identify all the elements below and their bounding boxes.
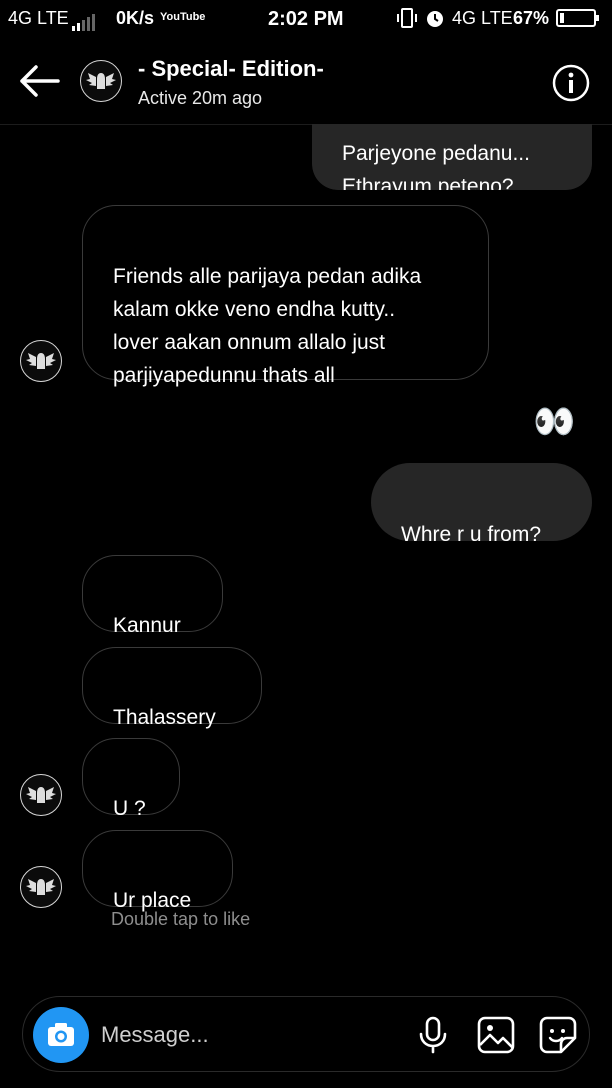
message-text: Parjeyone pedanu... Ethrayum peteno? <box>342 142 530 198</box>
message-text: Kannur <box>113 614 181 637</box>
camera-icon[interactable] <box>33 1007 89 1063</box>
vibrate-icon <box>396 6 418 35</box>
signal-strength-icon <box>72 10 97 31</box>
message-input[interactable] <box>101 1019 391 1051</box>
microphone-icon[interactable] <box>415 1015 451 1055</box>
message-bubble-incoming[interactable]: Ur place <box>82 830 233 912</box>
clock-time: 2:02 PM <box>268 8 344 30</box>
message-bubble-incoming[interactable]: U ? <box>82 738 180 820</box>
alarm-icon <box>425 8 445 33</box>
message-bubble-incoming[interactable]: Friends alle parijaya pedan adika kalam … <box>82 205 489 387</box>
active-status: Active 20m ago <box>138 88 263 108</box>
data-speed: 0K/s <box>116 8 155 28</box>
chat-header: - Special- Edition- Active 20m ago <box>0 36 612 125</box>
message-bubble-incoming[interactable]: Thalassery <box>82 647 262 729</box>
message-text: Whre r u from? <box>401 523 542 546</box>
double-tap-hint: Double tap to like <box>111 909 251 929</box>
battery-icon <box>556 9 600 32</box>
message-text: Thalassery <box>113 706 216 729</box>
network-label-left: 4G LTE <box>8 8 69 28</box>
avatar[interactable] <box>20 866 62 908</box>
status-bar: 4G LTE 0K/s YouTube 2:02 PM 4G LTE 67% <box>0 0 612 36</box>
avatar[interactable] <box>80 60 122 102</box>
chat-title[interactable]: - Special- Edition- <box>138 56 324 82</box>
message-text: U ? <box>113 797 146 820</box>
message-bubble-incoming[interactable]: Kannur <box>82 555 223 637</box>
image-icon[interactable] <box>477 1016 515 1054</box>
info-circle-icon[interactable] <box>552 64 590 102</box>
network-label-right: 4G LTE <box>452 8 513 28</box>
avatar[interactable] <box>20 340 62 382</box>
arrow-left-icon[interactable] <box>18 64 60 98</box>
message-bubble-outgoing[interactable]: Whre r u from? <box>371 463 592 546</box>
sticker-icon[interactable] <box>539 1016 577 1054</box>
eyes-emoji-message[interactable]: 👀 <box>533 400 575 444</box>
battery-percent: 67% <box>513 8 550 28</box>
message-composer <box>22 996 590 1072</box>
youtube-icon: YouTube <box>160 11 206 23</box>
message-text: Friends alle parijaya pedan adika kalam … <box>113 265 422 387</box>
avatar[interactable] <box>20 774 62 816</box>
